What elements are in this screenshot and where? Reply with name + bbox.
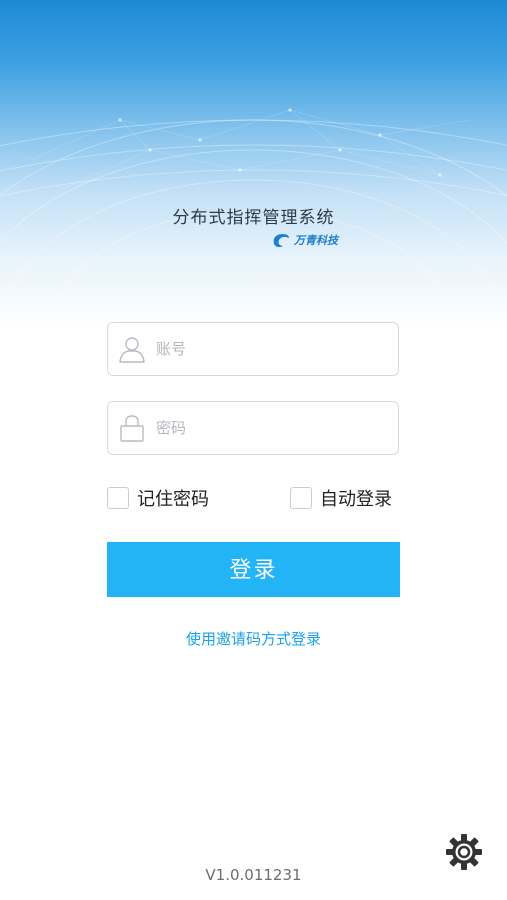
version-label: V1.0.011231 [205, 866, 302, 884]
remember-password-checkbox[interactable] [107, 487, 129, 509]
auto-login-label: 自动登录 [320, 489, 392, 510]
brand-logo-icon [273, 234, 289, 248]
settings-button[interactable] [444, 832, 484, 872]
brand-logo: 万青科技 [270, 229, 338, 251]
password-input[interactable] [156, 419, 376, 437]
login-button[interactable]: 登录 [107, 542, 400, 597]
hero-background [0, 0, 507, 330]
auto-login-checkbox[interactable] [290, 487, 312, 509]
auto-login-option[interactable]: 自动登录 [290, 485, 392, 511]
brand-name: 万青科技 [294, 234, 338, 247]
remember-password-option[interactable]: 记住密码 [107, 485, 209, 511]
gear-icon [446, 834, 482, 870]
remember-password-label: 记住密码 [137, 489, 209, 510]
globe-network-graphic [0, 108, 507, 330]
account-field[interactable] [107, 322, 399, 376]
account-input[interactable] [156, 340, 376, 358]
password-field[interactable] [107, 401, 399, 455]
user-icon [108, 323, 156, 375]
app-title: 分布式指挥管理系统 [172, 208, 335, 228]
invite-code-login-link[interactable]: 使用邀请码方式登录 [0, 628, 507, 649]
lock-icon [108, 402, 156, 454]
